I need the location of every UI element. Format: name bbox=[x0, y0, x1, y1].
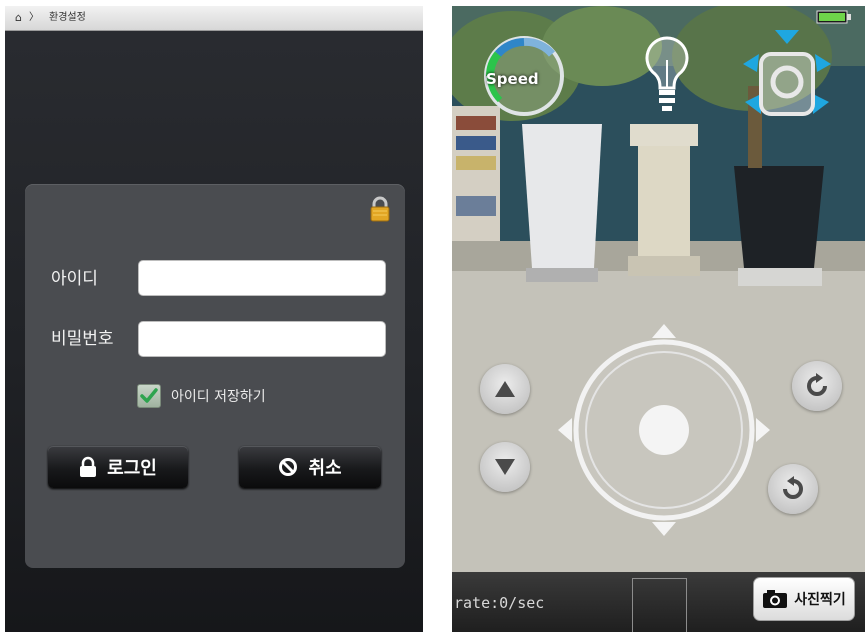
lock-icon bbox=[370, 196, 390, 222]
joystick-pad[interactable] bbox=[554, 320, 774, 540]
login-button[interactable]: 로그인 bbox=[48, 446, 188, 488]
cancel-button[interactable]: 취소 bbox=[239, 446, 381, 488]
breadcrumb-separator: 〉 bbox=[29, 12, 39, 23]
take-photo-label: 사진찍기 bbox=[794, 592, 846, 608]
frame-rate-text: rate:0/sec bbox=[454, 594, 545, 612]
rotate-ccw-icon bbox=[783, 476, 803, 499]
camera-icon bbox=[763, 590, 788, 608]
rotate-cw-icon bbox=[807, 373, 827, 396]
status-bar: ⌂ 〉 환경설정 bbox=[5, 6, 423, 31]
triangle-down-icon bbox=[495, 459, 515, 475]
lock-icon bbox=[80, 456, 97, 477]
camera-tilt-icon[interactable] bbox=[737, 24, 837, 134]
triangle-up-icon bbox=[495, 381, 515, 397]
cancel-button-label: 취소 bbox=[308, 458, 342, 479]
joystick-right-arrow bbox=[756, 418, 770, 442]
joystick-up-arrow bbox=[652, 324, 676, 338]
login-button-label: 로그인 bbox=[107, 458, 157, 479]
rotate-clockwise-button[interactable] bbox=[792, 361, 842, 411]
login-screen: ⌂ 〉 환경설정 아이디 비밀번호 아이디 저장하기 로그인 취소 bbox=[5, 6, 423, 632]
id-field[interactable] bbox=[138, 260, 386, 296]
login-panel: 아이디 비밀번호 아이디 저장하기 로그인 취소 bbox=[25, 184, 405, 568]
joystick-left-arrow bbox=[558, 418, 572, 442]
speed-label: Speed bbox=[486, 70, 539, 88]
joystick-knob bbox=[639, 405, 689, 455]
battery-icon bbox=[816, 10, 851, 24]
bottom-bar: rate:0/sec 사진찍기 bbox=[452, 572, 865, 632]
take-photo-button[interactable]: 사진찍기 bbox=[753, 577, 855, 621]
rotate-counterclockwise-button[interactable] bbox=[768, 464, 818, 514]
prohibit-icon bbox=[279, 458, 298, 476]
joystick-down-arrow bbox=[652, 522, 676, 536]
page-title: 환경설정 bbox=[49, 12, 86, 23]
light-bulb-icon[interactable] bbox=[637, 32, 697, 132]
move-down-button[interactable] bbox=[480, 442, 530, 492]
password-field[interactable] bbox=[138, 321, 386, 357]
id-label: 아이디 bbox=[51, 269, 98, 289]
password-label: 비밀번호 bbox=[51, 329, 114, 349]
home-icon[interactable]: ⌂ bbox=[15, 6, 22, 30]
remember-id-label[interactable]: 아이디 저장하기 bbox=[171, 386, 266, 406]
photo-preview-box[interactable] bbox=[632, 578, 687, 632]
check-icon bbox=[140, 388, 158, 403]
remember-id-checkbox[interactable] bbox=[137, 384, 161, 408]
move-up-button[interactable] bbox=[480, 364, 530, 414]
robot-control-screen: Speed rate:0/sec 사진찍기 bbox=[452, 6, 865, 632]
